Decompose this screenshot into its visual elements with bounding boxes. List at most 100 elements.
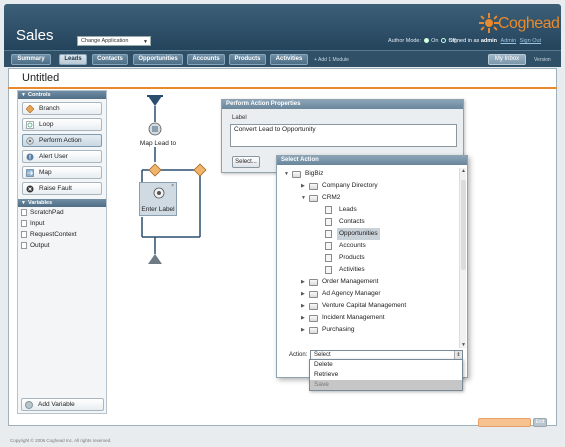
change-application-select[interactable]: Change Application ▼ <box>77 36 151 46</box>
fault-icon <box>26 185 34 193</box>
expand-icon[interactable]: ▼ <box>284 168 289 180</box>
tree-item[interactable]: ▶ Purchasing <box>283 324 459 336</box>
control-branch[interactable]: Branch <box>22 102 102 115</box>
select-button[interactable]: Select... <box>232 156 260 168</box>
save-button[interactable] <box>478 418 531 427</box>
tree-item-label: Ad Agency Manager <box>322 290 381 297</box>
expand-icon[interactable]: ▼ <box>301 192 306 204</box>
document-icon <box>325 206 332 214</box>
option-delete[interactable]: Delete <box>310 360 462 370</box>
add-icon <box>25 401 33 409</box>
control-map[interactable]: Map <box>22 166 102 179</box>
variable-requestcontext[interactable]: RequestContext <box>18 229 106 240</box>
map-icon <box>26 169 34 177</box>
logo-text: Coghead <box>498 15 560 32</box>
control-alert-user[interactable]: Alert User <box>22 150 102 163</box>
collapsed-icon[interactable]: ▶ <box>301 324 305 336</box>
tree-item-selected[interactable]: Opportunities <box>283 228 459 240</box>
flow-node-label: Enter Label <box>141 206 175 213</box>
tree-item-label: Activities <box>339 266 365 273</box>
control-perform-action[interactable]: Perform Action <box>22 134 102 147</box>
add-variable-label: Add Variable <box>38 401 75 408</box>
variable-icon <box>21 231 27 238</box>
tree-item[interactable]: ▼ CRM2 <box>283 192 459 204</box>
collapsed-icon[interactable]: ▶ <box>301 180 305 192</box>
variable-label: Input <box>30 220 45 227</box>
collapsed-icon[interactable]: ▶ <box>301 276 305 288</box>
tree-item-label: Company Directory <box>322 182 378 189</box>
loop-icon <box>26 121 34 129</box>
document-icon <box>325 242 332 250</box>
control-raise-fault[interactable]: Raise Fault <box>22 182 102 195</box>
author-mode-on-radio[interactable] <box>423 38 429 44</box>
tab-opportunities[interactable]: Opportunities <box>133 54 183 65</box>
tree-item[interactable]: Accounts <box>283 240 459 252</box>
tree-item-label: Leads <box>339 206 357 213</box>
admin-link[interactable]: Admin <box>501 38 517 44</box>
tree-item-label: Incident Management <box>322 314 385 321</box>
tree-item[interactable]: Leads <box>283 204 459 216</box>
variable-label: ScratchPad <box>30 209 64 216</box>
logo: Coghead <box>478 12 560 34</box>
controls-header-label: Controls <box>28 92 51 98</box>
palette-panel: ▼ Controls Branch Loop Perform Action Al… <box>17 90 107 414</box>
tree-item[interactable]: ▶ Order Management <box>283 276 459 288</box>
variables-header[interactable]: ▼ Variables <box>18 199 106 207</box>
scroll-up-icon[interactable]: ▲ <box>460 168 467 174</box>
tree-item-label: Order Management <box>322 278 379 285</box>
tree-item-label: Purchasing <box>322 326 355 333</box>
close-icon[interactable]: × <box>171 183 174 189</box>
controls-header[interactable]: ▼ Controls <box>18 91 106 99</box>
add-variable-button[interactable]: Add Variable <box>21 398 104 411</box>
tree-item[interactable]: ▶ Venture Capital Management <box>283 300 459 312</box>
variable-input[interactable]: Input <box>18 218 106 229</box>
title-divider <box>8 87 557 89</box>
tab-leads[interactable]: Leads <box>59 54 87 65</box>
control-loop[interactable]: Loop <box>22 118 102 131</box>
collapsed-icon[interactable]: ▶ <box>301 288 305 300</box>
tree-item[interactable]: ▶ Ad Agency Manager <box>283 288 459 300</box>
author-mode-on-label: On <box>431 38 439 44</box>
tree-scrollbar[interactable]: ▲ ▼ <box>459 168 466 348</box>
tree-item[interactable]: ▶ Company Directory <box>283 180 459 192</box>
control-branch-label: Branch <box>39 105 60 112</box>
tab-accounts[interactable]: Accounts <box>187 54 225 65</box>
variable-scratchpad[interactable]: ScratchPad <box>18 207 106 218</box>
signed-in-label: Signed in as <box>449 38 480 44</box>
action-dropdown-menu: Delete Retrieve Save <box>309 359 463 391</box>
tab-contacts[interactable]: Contacts <box>92 54 128 65</box>
tab-summary[interactable]: Summary <box>11 54 51 65</box>
document-icon <box>325 218 332 226</box>
action-label: Action: <box>289 352 308 358</box>
inbox-button[interactable]: My Inbox <box>488 54 526 65</box>
tree-item[interactable]: Contacts <box>283 216 459 228</box>
tree-item-label: BigBiz <box>305 170 324 177</box>
app-select-label: Change Application <box>81 38 129 44</box>
author-mode-off-radio[interactable] <box>440 38 446 44</box>
collapsed-icon[interactable]: ▶ <box>301 312 305 324</box>
collapsed-icon[interactable]: ▶ <box>301 300 305 312</box>
tab-activities[interactable]: Activities <box>270 54 308 65</box>
author-mode: Author Mode: On Off <box>388 38 456 44</box>
tree-item[interactable]: Products <box>283 252 459 264</box>
tree-item[interactable]: Activities <box>283 264 459 276</box>
flow-node-map[interactable]: Map Lead to <box>139 139 177 151</box>
username: admin <box>480 38 498 44</box>
logo-burst-icon <box>479 13 499 33</box>
add-module-link[interactable]: + Add 1 Module <box>314 57 349 63</box>
page-title[interactable]: Untitled <box>22 72 59 84</box>
scrollbar-thumb[interactable] <box>461 180 466 270</box>
sign-out-link[interactable]: Sign Out <box>520 38 541 44</box>
label-input[interactable]: Convert Lead to Opportunity <box>230 124 457 147</box>
variable-output[interactable]: Output <box>18 240 106 251</box>
exit-button[interactable]: Exit <box>533 418 547 427</box>
tree-item[interactable]: ▼ BigBiz <box>283 168 459 180</box>
option-retrieve[interactable]: Retrieve <box>310 370 462 380</box>
end-node-icon <box>148 254 162 264</box>
folder-open-icon <box>292 171 301 178</box>
dialog-title[interactable]: Perform Action Properties <box>222 100 463 109</box>
tab-products[interactable]: Products <box>229 54 266 65</box>
scroll-down-icon[interactable]: ▼ <box>460 342 467 348</box>
dialog-title[interactable]: Select Action <box>277 156 467 165</box>
tree-item[interactable]: ▶ Incident Management <box>283 312 459 324</box>
